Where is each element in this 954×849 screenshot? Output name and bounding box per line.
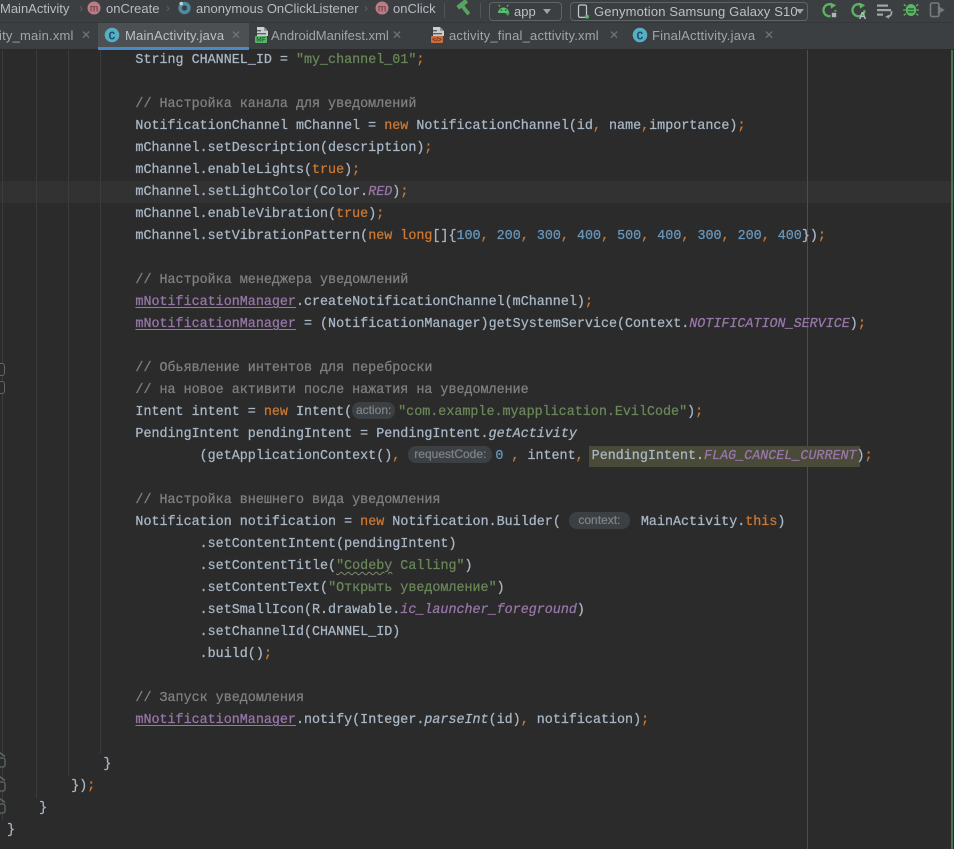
svg-text:m: m — [90, 3, 98, 14]
svg-text:C: C — [637, 30, 644, 43]
svg-text:m: m — [378, 3, 386, 14]
svg-text:MF: MF — [256, 37, 265, 43]
svg-text:</>: </> — [432, 37, 442, 43]
svg-text:C: C — [109, 30, 116, 43]
svg-text:A: A — [859, 10, 867, 20]
